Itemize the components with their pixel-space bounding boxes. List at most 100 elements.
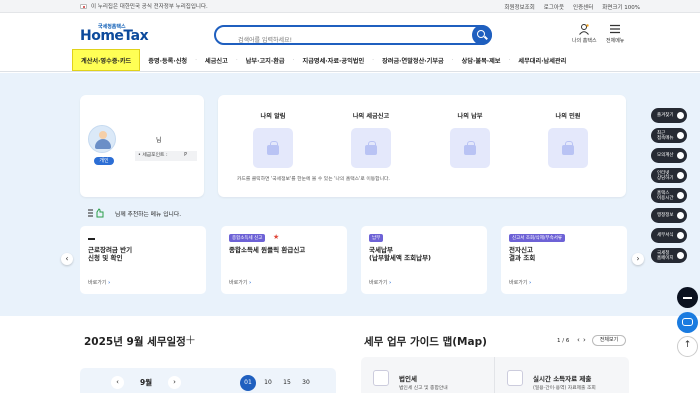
- plus-icon[interactable]: +: [185, 333, 196, 348]
- quick-consult-button[interactable]: 인터넷 상담하기: [651, 168, 687, 183]
- tax-points-row: • 세금포인트 : P: [135, 151, 197, 161]
- scroll-top-icon[interactable]: ↑: [677, 336, 698, 357]
- clock-icon: [677, 192, 684, 199]
- guide-item-title: 실시간 소득자료 제출: [533, 375, 592, 383]
- hamburger-icon: [610, 24, 621, 34]
- go-link[interactable]: 바로가기: [369, 279, 391, 286]
- all-menu-button[interactable]: 전체메뉴: [606, 23, 624, 44]
- my-civil-label: 나의 민원: [555, 113, 581, 120]
- info-icon: [677, 212, 684, 219]
- recommend-next-button[interactable]: ›: [632, 253, 644, 265]
- search-input[interactable]: [238, 32, 458, 49]
- nav-item-certificate[interactable]: 증명·등록·신청: [140, 49, 195, 71]
- go-link[interactable]: 바로가기: [229, 279, 251, 286]
- hometax-logo[interactable]: 국세청홈택스 HomeTax: [80, 23, 149, 45]
- recommend-card[interactable]: 신고서 조회/삭제/부속서류 전자신고 결과 조회 바로가기: [501, 226, 627, 294]
- go-link[interactable]: 바로가기: [88, 279, 110, 286]
- nav-item-payment[interactable]: 납부·고지·환급: [238, 49, 293, 71]
- logo-text: HomeTax: [80, 28, 149, 44]
- nav-item-consult[interactable]: 상담·불복·제보: [454, 49, 509, 71]
- quick-nts-button[interactable]: 국세청 홈페이지: [651, 248, 687, 263]
- nav-item-invoice[interactable]: 계산서·영수증·카드: [72, 49, 141, 71]
- user-icon: [579, 24, 590, 35]
- recommend-prev-button[interactable]: ‹: [61, 253, 73, 265]
- pager-next-icon[interactable]: ›: [583, 336, 586, 344]
- recommend-card-title: 근로장려금 반기 신청 및 확인: [88, 246, 133, 262]
- guide-item-title: 법인세: [399, 375, 417, 383]
- nav-item-agent[interactable]: 세무대리·납세관리: [510, 49, 574, 71]
- search-icon[interactable]: [472, 25, 492, 45]
- my-alerts-label: 나의 알림: [260, 113, 286, 120]
- schedule-day[interactable]: 30: [298, 375, 314, 391]
- my-boxes-note: 카드를 클릭하면 '국세정보'를 한눈에 볼 수 있는 '나의 홈택스'로 이동…: [237, 177, 390, 182]
- month-label: 9월: [140, 378, 153, 387]
- home-icon: [677, 252, 684, 259]
- nav-item-statement[interactable]: 지급명세·자료·공익법인: [295, 49, 373, 71]
- building-icon: [373, 370, 389, 386]
- schedule-title: 2025년 9월 세무일정: [84, 336, 186, 348]
- recommend-card-tag: 납부: [369, 234, 384, 242]
- logout-link[interactable]: 로그아웃: [544, 3, 564, 11]
- guide-item-realtime-income[interactable]: 실시간 소득자료 제출 (일용·간이·용역) 자료제출 조회: [494, 357, 627, 393]
- recommend-card[interactable]: 종합소득세 신고 ★ 종합소득세 원클릭 환급신고 바로가기: [221, 226, 347, 294]
- my-tax-report-box[interactable]: 나의 세금신고: [331, 111, 411, 168]
- korea-flag-icon: [80, 3, 87, 9]
- view-all-button[interactable]: 전체보기: [592, 335, 626, 346]
- my-payment-box[interactable]: 나의 납부: [430, 111, 510, 168]
- recommend-card[interactable]: 근로장려금 반기 신청 및 확인 바로가기: [80, 226, 206, 294]
- document-icon: [507, 370, 523, 386]
- lock-icon: [351, 128, 391, 168]
- chatbot-icon[interactable]: [677, 312, 698, 333]
- quick-forms-button[interactable]: 세무서식: [651, 228, 687, 243]
- form-icon: [677, 232, 684, 239]
- recommend-card-title: 전자신고 결과 조회: [509, 246, 536, 262]
- recommend-card[interactable]: 납부 국세납부 (납부할세액 조회납부) 바로가기: [361, 226, 487, 294]
- my-status-card: 나의 알림 나의 세금신고 나의 납부 나의 민원 카드를 클릭하면 '국세정보…: [218, 95, 626, 197]
- nav-item-incentive[interactable]: 장려금·연말정산·기부금: [374, 49, 452, 71]
- my-alerts-box[interactable]: 나의 알림: [233, 111, 313, 168]
- quick-favorites-button[interactable]: 즐겨찾기: [651, 108, 687, 123]
- pager-prev-icon[interactable]: ‹: [577, 336, 580, 344]
- my-hometax-label: 나의 홈택스: [572, 38, 597, 44]
- schedule-day[interactable]: 15: [279, 375, 295, 391]
- month-next-button[interactable]: ›: [168, 376, 181, 389]
- recommend-card-tag: 종합소득세 신고: [229, 234, 266, 242]
- nav-item-tax-report[interactable]: 세금신고: [197, 49, 236, 71]
- my-payment-label: 나의 납부: [457, 113, 483, 120]
- quick-recent-button[interactable]: 최근 접속메뉴: [651, 128, 687, 143]
- screen-size-control[interactable]: 화면크기 100%: [602, 3, 640, 11]
- quick-info-button[interactable]: 맹정정보: [651, 208, 687, 223]
- gov-notice-bar: 이 누리집은 대한민국 공식 전자정부 누리집입니다. 회원정보조회 로그아웃 …: [0, 0, 700, 13]
- card-accent-line: [88, 238, 95, 240]
- minus-icon[interactable]: [677, 287, 698, 308]
- quick-hours-button[interactable]: 홈택스 이용시간: [651, 188, 687, 203]
- tax-points-unit: P: [184, 153, 187, 158]
- search-box: [214, 25, 492, 49]
- lock-icon: [548, 128, 588, 168]
- auth-center-link[interactable]: 인증센터: [573, 3, 593, 11]
- schedule-calendar: ‹ 9월 › 01 10 15 30: [80, 368, 336, 393]
- star-icon: ★: [273, 233, 280, 241]
- recommend-heading: 님께 추천하는 메뉴 입니다.: [87, 208, 181, 218]
- guide-item-corporate-tax[interactable]: 법인세 법인세 신고 및 종합안내: [361, 357, 494, 393]
- guide-map-title: 세무 업무 가이드 맵(Map): [364, 336, 487, 348]
- top-utility-links: 회원정보조회 로그아웃 인증센터 화면크기 100%: [504, 3, 640, 11]
- my-hometax-button[interactable]: 나의 홈택스: [572, 23, 597, 44]
- month-prev-button[interactable]: ‹: [111, 376, 124, 389]
- user-type-badge: 개인: [94, 157, 114, 165]
- go-link[interactable]: 바로가기: [509, 279, 531, 286]
- schedule-day-selected[interactable]: 01: [240, 375, 256, 391]
- my-civil-box[interactable]: 나의 민원: [528, 111, 608, 168]
- member-info-link[interactable]: 회원정보조회: [504, 3, 534, 11]
- schedule-day[interactable]: 10: [260, 375, 276, 391]
- tax-points-label: • 세금포인트 :: [138, 153, 168, 158]
- main-nav: 계산서·영수증·카드 증명·등록·신청 · 세금신고 · 납부·고지·환급 · …: [0, 49, 700, 72]
- gov-notice-text: 이 누리집은 대한민국 공식 전자정부 누리집입니다.: [91, 4, 208, 10]
- guide-map-card: 법인세 법인세 신고 및 종합안내 실시간 소득자료 제출 (일용·간이·용역)…: [361, 357, 629, 393]
- guide-item-sub: 법인세 신고 및 종합안내: [399, 386, 448, 391]
- quick-simulation-button[interactable]: 모의계산: [651, 148, 687, 163]
- lock-icon: [450, 128, 490, 168]
- recommend-card-title: 종합소득세 원클릭 환급신고: [229, 246, 306, 254]
- recommend-card-tag: 신고서 조회/삭제/부속서류: [509, 234, 566, 242]
- recommend-title: 님께 추천하는 메뉴 입니다.: [115, 211, 182, 218]
